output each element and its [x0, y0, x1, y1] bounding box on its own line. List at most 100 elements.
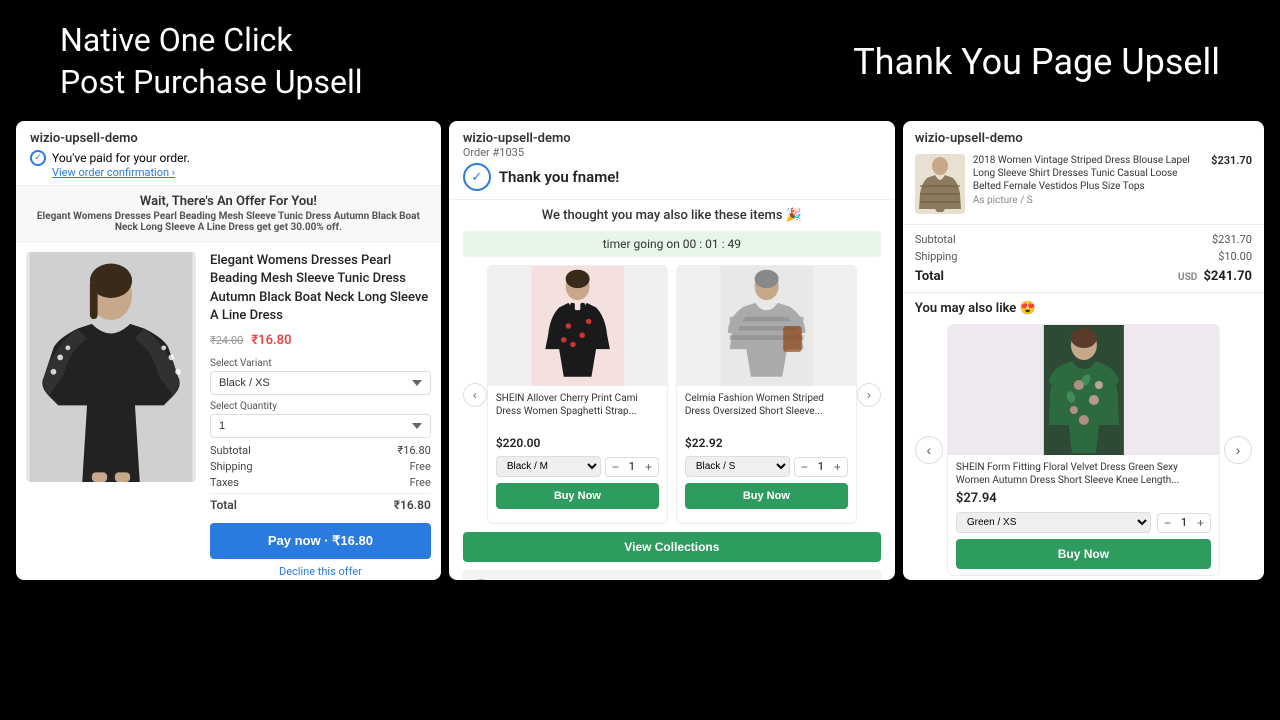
upsell-variant-select[interactable]: Green / XS — [956, 512, 1151, 533]
pay-now-button[interactable]: Pay now · ₹16.80 — [210, 523, 431, 559]
right-product-text: 2018 Women Vintage Striped Dress Blouse … — [973, 154, 1203, 206]
subtotal-row: Subtotal ₹16.80 — [210, 444, 431, 457]
card2-qty-control: − 1 + — [794, 457, 848, 477]
timer-bar: timer going on 00 : 01 : 49 — [463, 231, 881, 257]
card1-price: $220.00 — [496, 436, 659, 450]
upsell-card-controls: Green / XS − 1 + — [956, 512, 1211, 533]
right-shipping-row: Shipping $10.00 — [915, 250, 1252, 263]
right-carousel-next[interactable]: › — [1224, 436, 1252, 464]
card1-image — [488, 266, 667, 386]
header-right: Thank You Page Upsell — [853, 41, 1220, 83]
shipping-label: Shipping — [210, 460, 253, 473]
subtotal-label: Subtotal — [210, 444, 251, 457]
right-carousel-prev[interactable]: ‹ — [915, 436, 943, 464]
order-number: Order #1035 — [463, 146, 881, 159]
card2-controls: Black / S − 1 + — [685, 456, 848, 477]
upsell-card-name: SHEIN Form Fitting Floral Velvet Dress G… — [956, 461, 1211, 487]
shipping-value: Free — [410, 460, 431, 473]
right-product-svg — [915, 154, 965, 214]
card1-qty-control: − 1 + — [605, 457, 659, 477]
view-collections-button[interactable]: View Collections — [463, 532, 881, 562]
product-cards: SHEIN Allover Cherry Print Cami Dress Wo… — [487, 265, 857, 524]
right-product-name: 2018 Women Vintage Striped Dress Blouse … — [973, 154, 1203, 193]
product-card-2: Celmia Fashion Women Striped Dress Overs… — [676, 265, 857, 524]
dress-svg — [26, 252, 196, 482]
view-order-link[interactable]: View order confirmation › — [52, 166, 427, 179]
upsell-dress-svg — [989, 325, 1179, 455]
right-total-value: USD $241.70 — [1178, 269, 1252, 284]
total-label: Total — [210, 498, 237, 512]
variant-group: Select Variant Black / XS — [210, 358, 431, 395]
upsell-qty-minus[interactable]: − — [1162, 516, 1173, 530]
card1-qty-value: 1 — [625, 460, 639, 473]
carousel-next-button[interactable]: › — [857, 383, 881, 407]
right-panel: wizio-upsell-demo 2018 Women Vintage Str… — [903, 121, 1264, 580]
quantity-label: Select Quantity — [210, 401, 431, 412]
offer-title: Wait, There's An Offer For You! — [26, 194, 431, 209]
card1-info: SHEIN Allover Cherry Print Cami Dress Wo… — [488, 386, 667, 515]
price-original: ₹24.00 — [210, 334, 243, 347]
right-total-amount: $241.70 — [1203, 269, 1252, 284]
right-top: wizio-upsell-demo 2018 Women Vintage Str… — [903, 121, 1264, 225]
right-total-row: Total USD $241.70 — [915, 269, 1252, 284]
you-may-like-title: You may also like 😍 — [915, 301, 1252, 316]
upsell-qty-value: 1 — [1177, 516, 1191, 529]
variant-select[interactable]: Black / XS — [210, 371, 431, 395]
decline-link[interactable]: Decline this offer — [210, 565, 431, 578]
card1-dress-svg — [506, 266, 649, 386]
right-summary: Subtotal $231.70 Shipping $10.00 Total U… — [903, 225, 1264, 293]
header-left-line2: Post Purchase Upsell — [60, 63, 363, 101]
chevron-down-icon: ▾ — [864, 579, 870, 580]
product-image — [26, 252, 196, 482]
card1-buy-button[interactable]: Buy Now — [496, 483, 659, 509]
header-left: Native One Click Post Purchase Upsell — [60, 20, 363, 103]
card2-qty-plus[interactable]: + — [832, 460, 843, 474]
card2-variant-select[interactable]: Black / S — [685, 456, 790, 477]
offer-banner: Wait, There's An Offer For You! Elegant … — [16, 186, 441, 242]
card2-image — [677, 266, 856, 386]
card1-controls: Black / M − 1 + — [496, 456, 659, 477]
right-carousel: ‹ — [915, 324, 1252, 576]
info-icon: i — [474, 579, 488, 580]
right-product-row: 2018 Women Vintage Striped Dress Blouse … — [915, 154, 1252, 214]
order-update-bar: i Your order was updated on March 25, 20… — [463, 570, 881, 580]
check-circle-icon: ✓ — [30, 150, 46, 166]
mid-header: wizio-upsell-demo Order #1035 ✓ Thank yo… — [449, 121, 895, 200]
shipping-row: Shipping Free — [210, 460, 431, 473]
right-subtotal-value: $231.70 — [1212, 233, 1252, 246]
panels: wizio-upsell-demo ✓ You've paid for your… — [0, 113, 1280, 588]
upsell-card-info: SHEIN Form Fitting Floral Velvet Dress G… — [948, 455, 1219, 575]
right-total-label: Total — [915, 269, 944, 284]
order-confirmed-text: You've paid for your order. — [52, 151, 190, 165]
upsell-qty-plus[interactable]: + — [1195, 516, 1206, 530]
upsell-buy-button[interactable]: Buy Now — [956, 539, 1211, 569]
order-confirmed-row: ✓ You've paid for your order. — [30, 150, 427, 166]
mid-body: We thought you may also like these items… — [449, 200, 895, 580]
carousel-prev-button[interactable]: ‹ — [463, 383, 487, 407]
quantity-group: Select Quantity 1 — [210, 401, 431, 438]
product-name: Elegant Womens Dresses Pearl Beading Mes… — [210, 252, 431, 325]
card2-name: Celmia Fashion Women Striped Dress Overs… — [685, 392, 848, 432]
upsell-product-card: SHEIN Form Fitting Floral Velvet Dress G… — [947, 324, 1220, 576]
you-may-like-section: You may also like 😍 ‹ — [903, 293, 1264, 580]
card2-qty-minus[interactable]: − — [799, 460, 810, 474]
product-card-1: SHEIN Allover Cherry Print Cami Dress Wo… — [487, 265, 668, 524]
card1-variant-select[interactable]: Black / M — [496, 456, 601, 477]
header: Native One Click Post Purchase Upsell Th… — [0, 0, 1280, 113]
quantity-select[interactable]: 1 — [210, 414, 431, 438]
taxes-value: Free — [410, 476, 431, 489]
card2-dress-svg — [695, 266, 838, 386]
card2-price: $22.92 — [685, 436, 848, 450]
right-shipping-value: $10.00 — [1218, 250, 1252, 263]
taxes-row: Taxes Free — [210, 476, 431, 489]
right-shipping-label: Shipping — [915, 250, 958, 263]
card2-info: Celmia Fashion Women Striped Dress Overs… — [677, 386, 856, 515]
card2-qty-value: 1 — [814, 460, 828, 473]
card2-buy-button[interactable]: Buy Now — [685, 483, 848, 509]
may-like-title: We thought you may also like these items… — [463, 208, 881, 223]
right-product-image — [915, 154, 965, 214]
thank-check-icon: ✓ — [463, 163, 491, 191]
card1-qty-minus[interactable]: − — [610, 460, 621, 474]
card1-qty-plus[interactable]: + — [643, 460, 654, 474]
right-subtotal-label: Subtotal — [915, 233, 956, 246]
